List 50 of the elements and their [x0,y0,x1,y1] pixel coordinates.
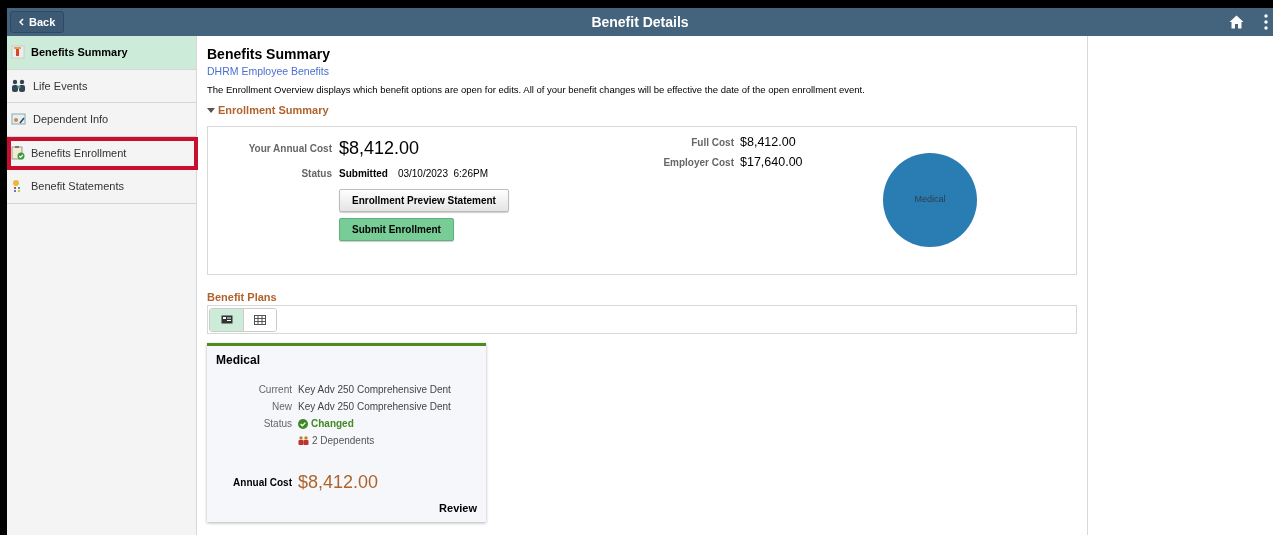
new-plan: Key Adv 250 Comprehensive Dent [298,400,452,414]
summary-icon [11,45,25,60]
employer-cost-value: $17,640.00 [740,154,804,172]
employee-benefits-link[interactable]: DHRM Employee Benefits [207,64,1077,80]
sidebar-item[interactable]: Benefits Enrollment [7,136,198,170]
pie-label: Medical [914,192,946,206]
full-cost-value: $8,412.00 [740,133,797,151]
full-cost-label: Full Cost [690,135,734,150]
status-label: Status [300,166,332,181]
current-plan: Key Adv 250 Comprehensive Dent [298,383,452,397]
clipboard-check-icon [11,145,25,161]
plan-title: Medical [216,352,261,369]
page-title: Benefit Details [591,12,689,32]
people-icon [11,78,27,93]
sidebar-item[interactable]: Benefit Statements [7,170,196,204]
card-view-icon [220,315,233,324]
benefit-plans-heading: Benefit Plans [207,289,278,305]
grid-view-icon [254,314,266,325]
plan-status: Changed [311,417,354,431]
card-view-button[interactable] [210,308,243,331]
sidebar-item[interactable]: Dependent Info [7,103,196,137]
annual-cost-label: Annual Cost [232,475,292,490]
new-label: New [271,400,292,414]
submit-button[interactable]: Submit Enrollment [339,217,454,241]
status-value: Submitted [339,166,388,181]
chevron-left-icon [19,18,24,26]
dependents-count: 2 Dependents [312,434,375,448]
annual-cost-value: $8,412.00 [298,470,379,494]
back-button[interactable]: Back [10,11,65,33]
sidebar-item[interactable]: Life Events [7,69,196,103]
grid-view-button[interactable] [243,308,276,331]
caret-icon [207,107,215,113]
enrollment-summary-toggle[interactable]: Enrollment Summary [207,102,1077,119]
status-label: Status [262,417,292,431]
check-circle-icon [298,418,308,429]
people-icon [298,435,309,446]
preview-statement-button[interactable]: Enrollment Preview Statement [339,188,509,212]
current-label: Current [257,383,292,397]
status-date: 03/10/2023 6:26PM [397,166,488,181]
employer-cost-label: Employer Cost [662,156,734,171]
more-options-icon[interactable] [1264,14,1268,30]
review-link[interactable]: Review [439,499,477,516]
annual-cost-label: Your Annual Cost [247,141,332,156]
description-text: The Enrollment Overview displays which benefit options are open for edits. All of your benefit changes will be effective the date of the open enrollment event. [207,82,866,97]
annual-cost-value: $8,412.00 [339,136,421,160]
plan-card[interactable]: Medical Current Key Adv 250 Comprehensive Dent New Key Adv 250 Comprehensive Dent Status Changed 2 Dependents Annual Cost $8,412.00 Review [207,343,486,522]
home-icon[interactable] [1229,15,1244,29]
dependent-icon [11,112,27,127]
sidebar-item[interactable]: Benefits Summary [7,36,196,70]
section-heading: Benefits Summary [207,45,331,63]
